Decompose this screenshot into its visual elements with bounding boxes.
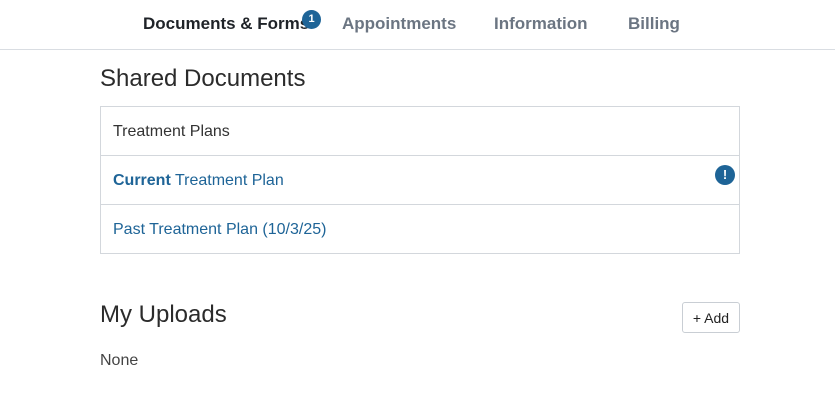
uploads-empty-text: None <box>100 352 139 369</box>
tab-appointments[interactable]: Appointments <box>342 14 456 34</box>
add-upload-button[interactable]: + Add <box>682 302 740 333</box>
tab-billing[interactable]: Billing <box>628 14 680 34</box>
shared-documents-list: Treatment Plans Current Treatment Plan !… <box>100 106 740 254</box>
tab-information[interactable]: Information <box>494 14 588 34</box>
list-item-past-treatment-plan[interactable]: Past Treatment Plan (10/3/25) <box>101 205 739 254</box>
tab-notification-badge: 1 <box>302 10 321 29</box>
treatment-plans-label: Treatment Plans <box>113 123 230 140</box>
exclamation-icon: ! <box>715 165 735 185</box>
tab-documents-forms[interactable]: Documents & Forms <box>143 14 309 34</box>
list-item-current-treatment-plan[interactable]: Current Treatment Plan ! <box>101 156 739 205</box>
my-uploads-title: My Uploads <box>100 301 227 328</box>
top-navigation: Documents & Forms 1 Appointments Informa… <box>0 0 835 50</box>
past-treatment-plan-link[interactable]: Past Treatment Plan (10/3/25) <box>113 221 326 239</box>
current-prefix: Current <box>113 172 171 189</box>
current-treatment-plan-label: Treatment Plan <box>170 172 284 189</box>
treatment-plans-header: Treatment Plans <box>101 107 739 156</box>
current-treatment-plan-link[interactable]: Current Treatment Plan <box>113 172 284 190</box>
shared-documents-title: Shared Documents <box>100 65 306 92</box>
